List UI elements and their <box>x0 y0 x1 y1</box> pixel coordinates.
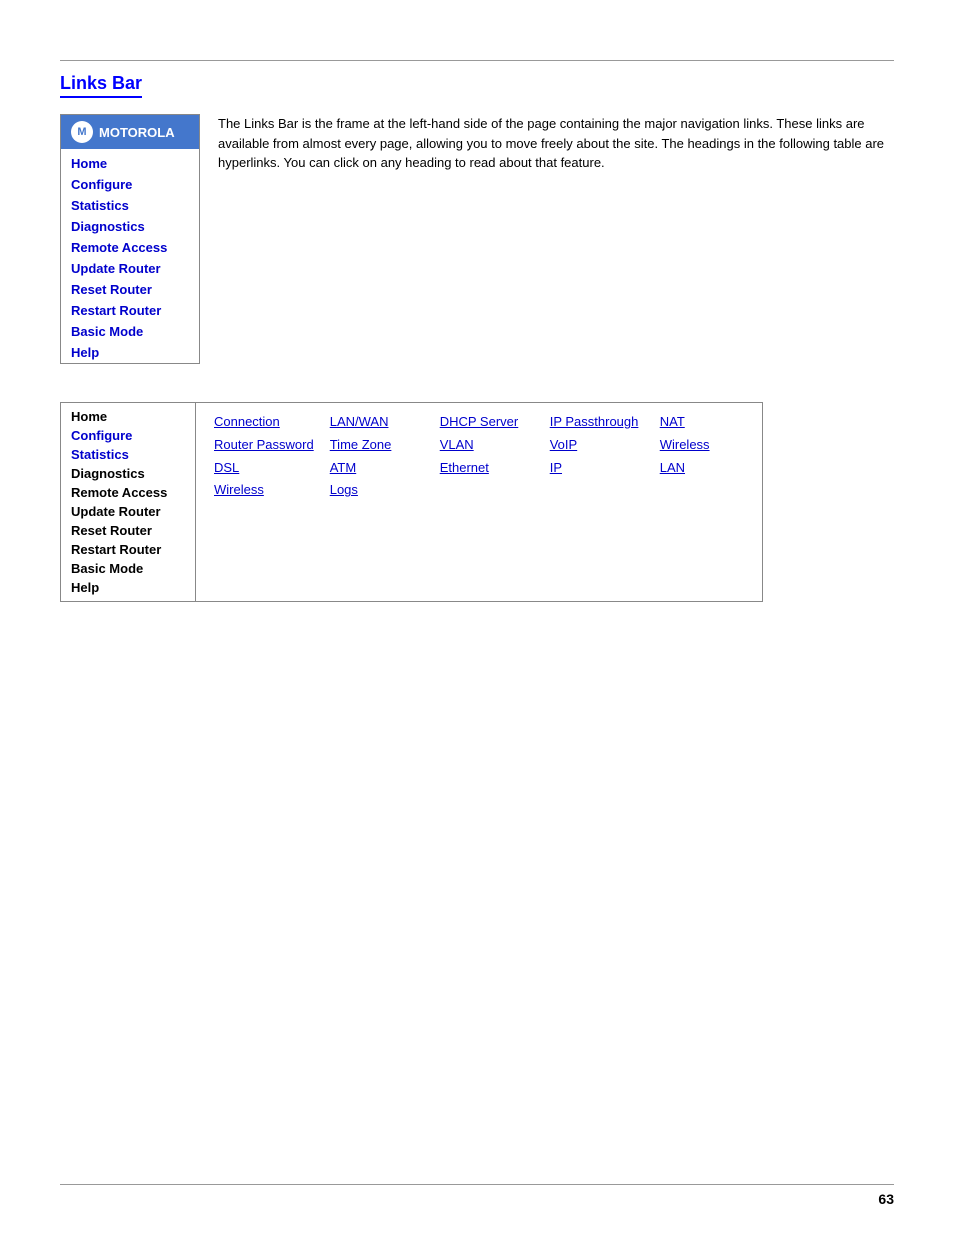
nav-sidebar-help[interactable]: Help <box>61 578 195 597</box>
content-area: M MOTOROLA Home Configure Statistics Dia… <box>60 114 894 364</box>
motorola-logo-text: MOTOROLA <box>99 125 175 140</box>
sidebar-item-remote-access[interactable]: Remote Access <box>61 237 199 258</box>
link-router-password[interactable]: Router Password <box>214 434 314 457</box>
top-rule <box>60 60 894 61</box>
section-title: Links Bar <box>60 73 142 98</box>
sidebar-item-help[interactable]: Help <box>61 342 199 363</box>
link-voip[interactable]: VoIP <box>550 434 644 457</box>
nav-content: Connection Router Password DSL Wireless … <box>196 403 762 601</box>
link-atm[interactable]: ATM <box>330 457 424 480</box>
link-wireless-col1[interactable]: Wireless <box>214 479 314 502</box>
bottom-rule <box>60 1184 894 1185</box>
sidebar-item-update-router[interactable]: Update Router <box>61 258 199 279</box>
link-dhcp-server[interactable]: DHCP Server <box>440 411 534 434</box>
link-lan-wan[interactable]: LAN/WAN <box>330 411 424 434</box>
link-wireless-col5[interactable]: Wireless <box>660 434 754 457</box>
link-vlan[interactable]: VLAN <box>440 434 534 457</box>
link-time-zone[interactable]: Time Zone <box>330 434 424 457</box>
nav-sidebar-reset-router[interactable]: Reset Router <box>61 521 195 540</box>
page-number: 63 <box>878 1191 894 1207</box>
sidebar-item-restart-router[interactable]: Restart Router <box>61 300 199 321</box>
page-wrapper: Links Bar M MOTOROLA Home Configure Stat… <box>0 0 954 1235</box>
link-dsl[interactable]: DSL <box>214 457 314 480</box>
nav-col-5: NAT Wireless LAN <box>652 409 762 595</box>
description-text: The Links Bar is the frame at the left-h… <box>218 114 894 364</box>
sidebar-nav: Home Configure Statistics Diagnostics Re… <box>61 153 199 363</box>
link-nat[interactable]: NAT <box>660 411 754 434</box>
link-ip-passthrough[interactable]: IP Passthrough <box>550 411 644 434</box>
nav-col-1: Connection Router Password DSL Wireless <box>206 409 322 595</box>
nav-sidebar-configure[interactable]: Configure <box>61 426 195 445</box>
sidebar-item-home[interactable]: Home <box>61 153 199 174</box>
nav-sidebar-remote-access[interactable]: Remote Access <box>61 483 195 502</box>
nav-sidebar-basic-mode[interactable]: Basic Mode <box>61 559 195 578</box>
link-connection[interactable]: Connection <box>214 411 314 434</box>
nav-col-2: LAN/WAN Time Zone ATM Logs <box>322 409 432 595</box>
nav-sidebar-diagnostics[interactable]: Diagnostics <box>61 464 195 483</box>
nav-col-4: IP Passthrough VoIP IP <box>542 409 652 595</box>
link-ip[interactable]: IP <box>550 457 644 480</box>
nav-sidebar-home[interactable]: Home <box>61 407 195 426</box>
sidebar-item-basic-mode[interactable]: Basic Mode <box>61 321 199 342</box>
link-logs[interactable]: Logs <box>330 479 424 502</box>
nav-sidebar-update-router[interactable]: Update Router <box>61 502 195 521</box>
sidebar-item-statistics[interactable]: Statistics <box>61 195 199 216</box>
sidebar-item-diagnostics[interactable]: Diagnostics <box>61 216 199 237</box>
sidebar-mock: M MOTOROLA Home Configure Statistics Dia… <box>60 114 200 364</box>
link-ethernet[interactable]: Ethernet <box>440 457 534 480</box>
nav-col-3: DHCP Server VLAN Ethernet <box>432 409 542 595</box>
sidebar-item-configure[interactable]: Configure <box>61 174 199 195</box>
m-icon: M <box>71 121 93 143</box>
nav-sidebar-restart-router[interactable]: Restart Router <box>61 540 195 559</box>
sidebar-item-reset-router[interactable]: Reset Router <box>61 279 199 300</box>
nav-sidebar: Home Configure Statistics Diagnostics Re… <box>61 403 196 601</box>
motorola-logo: M MOTOROLA <box>61 115 199 149</box>
link-lan[interactable]: LAN <box>660 457 754 480</box>
nav-table: Home Configure Statistics Diagnostics Re… <box>60 402 763 602</box>
nav-sidebar-statistics[interactable]: Statistics <box>61 445 195 464</box>
